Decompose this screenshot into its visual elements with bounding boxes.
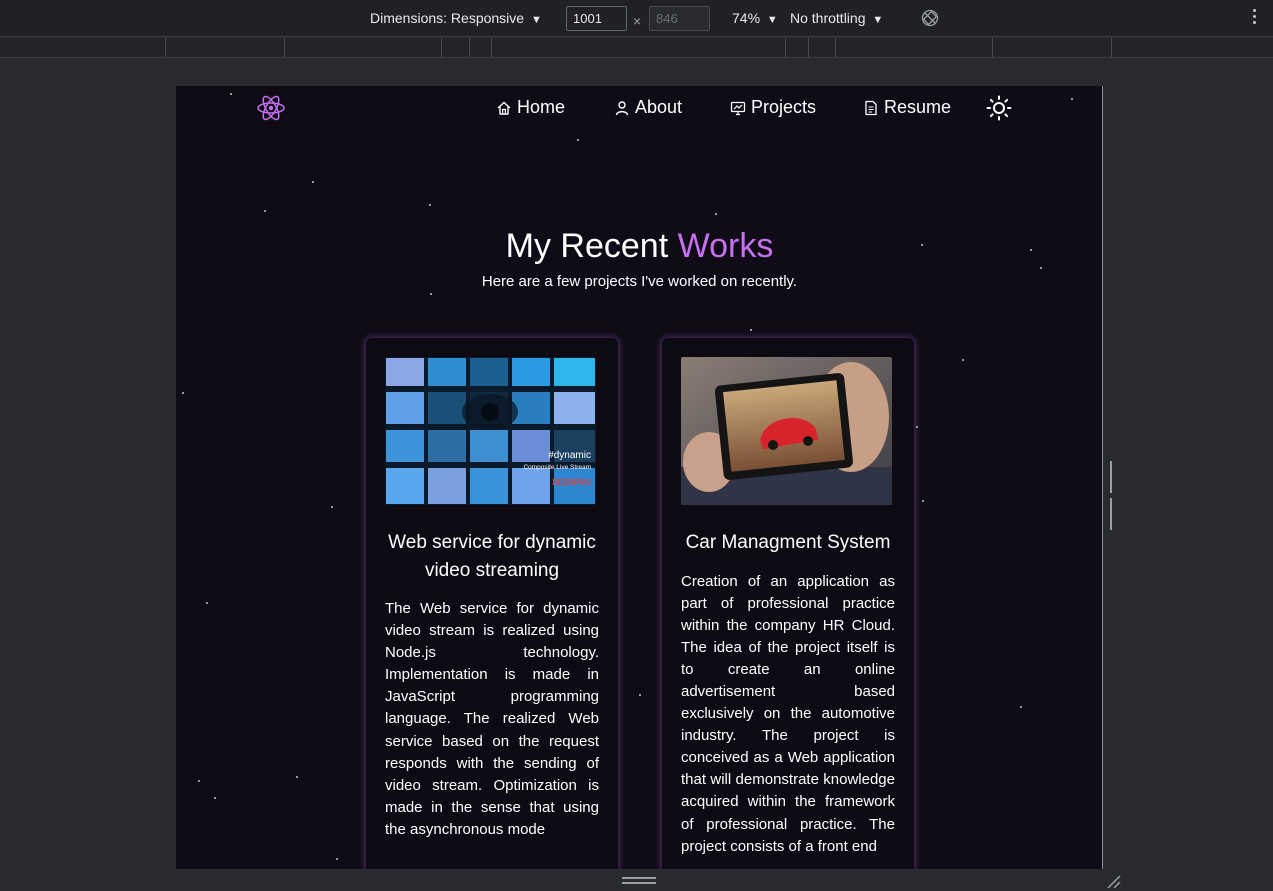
nav-resume-label: Resume bbox=[884, 97, 952, 117]
dimensions-dropdown[interactable]: Dimensions: Responsive ▼ bbox=[370, 10, 542, 26]
viewport-resize-handle-bottom[interactable] bbox=[622, 877, 656, 885]
throttling-dropdown[interactable]: No throttling ▼ bbox=[790, 10, 883, 26]
project-image-video-wall: #dynamic Composite Live Stream RED5PRO bbox=[385, 357, 596, 505]
ruler-tick[interactable] bbox=[992, 38, 993, 57]
ruler-tick[interactable] bbox=[469, 38, 470, 57]
nav-projects-link[interactable]: Projects bbox=[730, 97, 816, 118]
times-separator: × bbox=[633, 13, 642, 29]
project-title: Web service for dynamic video streaming bbox=[388, 532, 596, 581]
site-navbar: Home About Projects Resume bbox=[176, 86, 1102, 130]
page-title: My Recent Works bbox=[176, 227, 1102, 266]
more-options-icon[interactable] bbox=[1251, 9, 1257, 27]
dimensions-label: Dimensions: Responsive bbox=[370, 10, 525, 26]
height-input[interactable]: 846 bbox=[649, 6, 710, 31]
ruler-tick[interactable] bbox=[785, 38, 786, 57]
image-caption: #dynamic bbox=[548, 450, 591, 461]
page-title-prefix: My Recent bbox=[505, 227, 678, 265]
emulated-viewport: Home About Projects Resume My Recent Wor… bbox=[176, 86, 1103, 869]
project-description: The Web service for dynamic video stream… bbox=[385, 600, 599, 838]
rotate-disabled-icon[interactable] bbox=[921, 9, 939, 27]
viewport-resize-handle-right[interactable] bbox=[1110, 461, 1116, 530]
chevron-down-icon: ▼ bbox=[766, 14, 778, 26]
project-description: Creation of an application as part of pr… bbox=[681, 572, 895, 855]
ruler-tick[interactable] bbox=[491, 38, 492, 57]
ruler-tick[interactable] bbox=[165, 38, 166, 57]
zoom-dropdown[interactable]: 74% ▼ bbox=[732, 10, 778, 26]
nav-home-link[interactable]: Home bbox=[496, 97, 565, 118]
nav-about-link[interactable]: About bbox=[614, 97, 682, 118]
nav-about-label: About bbox=[635, 97, 683, 117]
ruler-tick[interactable] bbox=[835, 38, 836, 57]
projects-icon bbox=[730, 101, 746, 115]
ruler-tick[interactable] bbox=[284, 38, 285, 57]
ruler-tick[interactable] bbox=[441, 38, 442, 57]
devtools-device-toolbar: Dimensions: Responsive ▼ 1001 × 846 74% … bbox=[0, 0, 1273, 37]
media-query-ruler bbox=[0, 38, 1273, 58]
ruler-tick[interactable] bbox=[808, 38, 809, 57]
project-image-tablet-car bbox=[681, 357, 892, 505]
nav-projects-label: Projects bbox=[751, 97, 817, 117]
project-card: Car Managment System Creation of an appl… bbox=[662, 338, 914, 869]
sun-icon[interactable] bbox=[986, 95, 1012, 121]
zoom-label: 74% bbox=[732, 10, 761, 26]
project-title: Car Managment System bbox=[685, 532, 891, 553]
image-brand: RED5PRO bbox=[552, 478, 591, 487]
chevron-down-icon: ▼ bbox=[530, 14, 542, 26]
nav-resume-link[interactable]: Resume bbox=[863, 97, 951, 118]
chevron-down-icon: ▼ bbox=[872, 14, 884, 26]
nav-home-label: Home bbox=[517, 97, 566, 117]
home-icon bbox=[497, 101, 511, 115]
page-title-accent: Works bbox=[677, 227, 774, 265]
atom-logo-icon[interactable] bbox=[256, 93, 286, 123]
project-card: #dynamic Composite Live Stream RED5PRO W… bbox=[366, 338, 618, 869]
resize-corner-icon[interactable] bbox=[1105, 873, 1121, 889]
width-input[interactable]: 1001 bbox=[566, 6, 627, 31]
user-icon bbox=[615, 100, 629, 115]
ruler-tick[interactable] bbox=[1111, 38, 1112, 57]
document-icon bbox=[865, 100, 877, 115]
image-subcaption: Composite Live Stream bbox=[523, 464, 591, 471]
page-subtitle: Here are a few projects I've worked on r… bbox=[481, 273, 798, 290]
throttling-label: No throttling bbox=[790, 10, 866, 26]
